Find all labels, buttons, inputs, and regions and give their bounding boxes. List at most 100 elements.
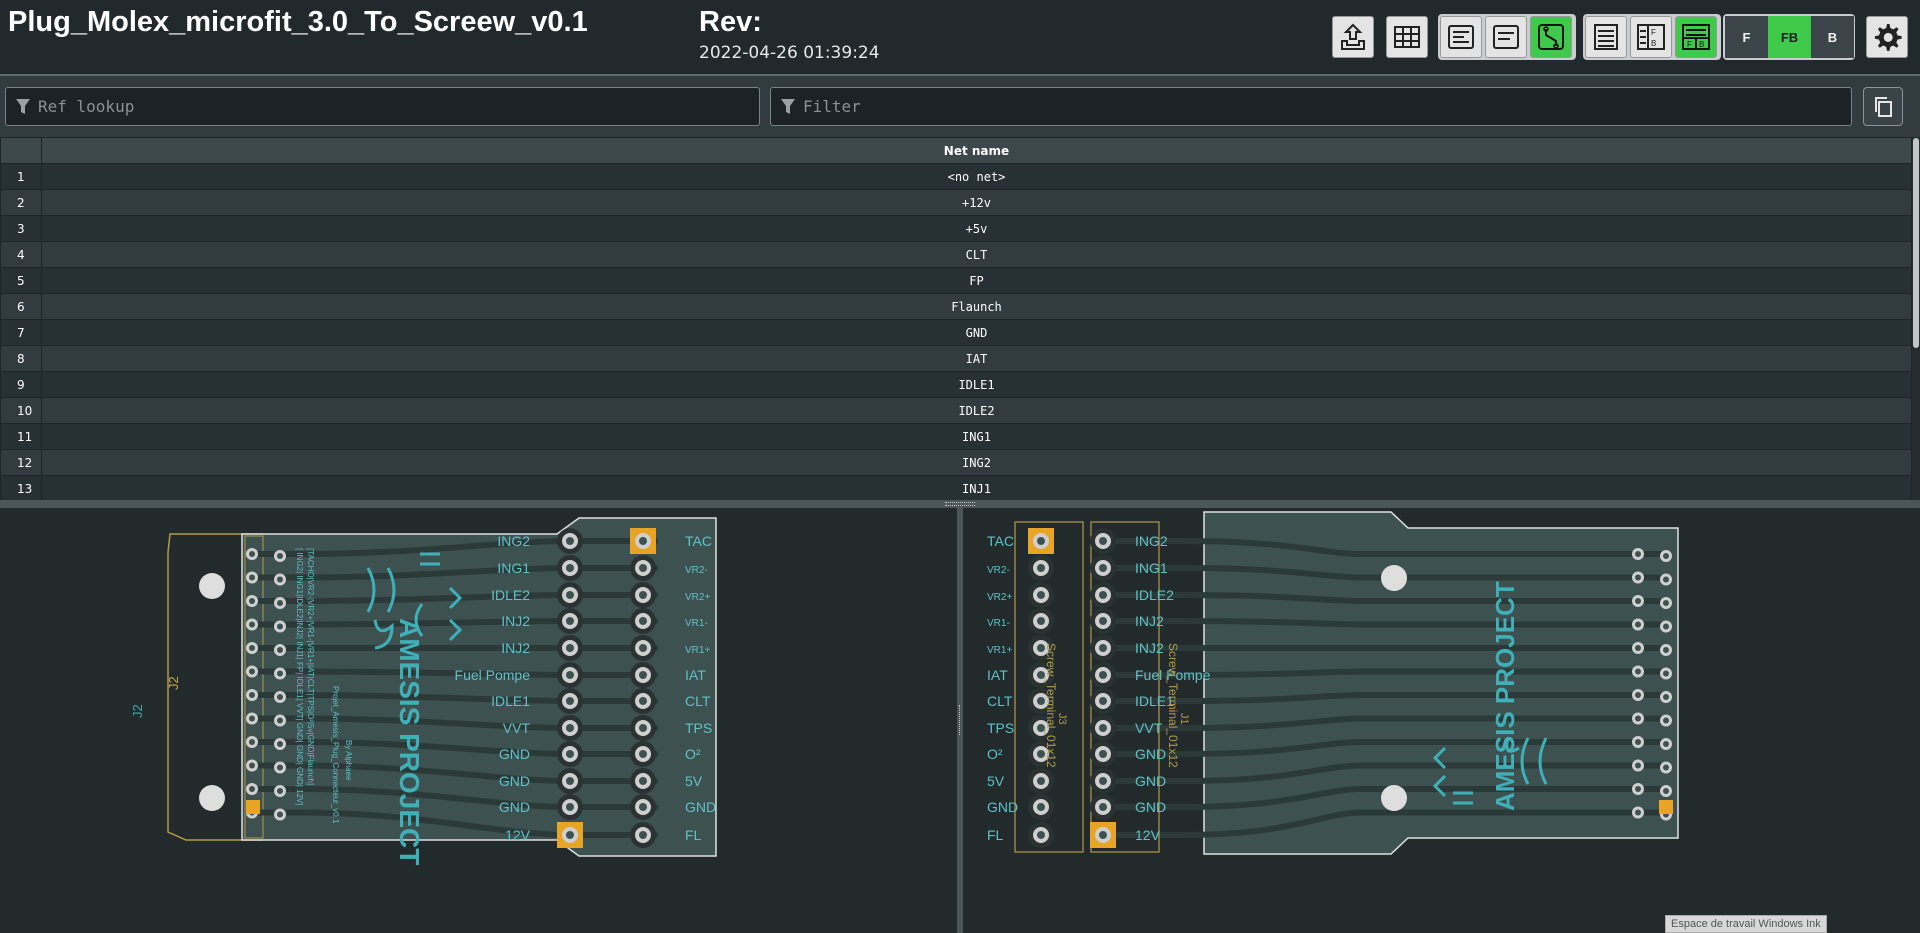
index-column-header[interactable] — [0, 137, 42, 164]
pad-hole — [1663, 741, 1669, 747]
tracks-toggle-button[interactable] — [1530, 16, 1572, 58]
row-index: 5 — [0, 267, 42, 294]
copper-trace — [1103, 618, 1663, 628]
ref-lookup-field[interactable] — [5, 87, 760, 126]
pin-label: FL — [685, 827, 702, 843]
row-index: 7 — [0, 319, 42, 346]
net-name-cell: FP — [41, 267, 1912, 294]
back-board-canvas[interactable]: TAC ING2 VR2- ING1 VR2+ IDLE2 VR1- INJ2 VR1+ INJ2… — [963, 508, 1920, 933]
net-name-cell: <no net> — [41, 163, 1912, 190]
pad-hole — [639, 644, 647, 652]
pad-hole — [1635, 551, 1641, 557]
pad-hole — [277, 576, 283, 583]
table-row[interactable]: 11 ING1 — [0, 423, 1912, 450]
ref-designator: J2 — [166, 676, 181, 690]
settings-button[interactable] — [1866, 16, 1908, 58]
filter-field[interactable] — [770, 87, 1852, 126]
logo-text: AMESIS PROJECT — [1490, 581, 1520, 811]
row-index: 1 — [0, 163, 42, 190]
pad-hole — [1635, 786, 1641, 792]
table-row[interactable]: 10 IDLE2 — [0, 397, 1912, 424]
pad-hole — [277, 647, 283, 653]
pin-label: TPS — [987, 720, 1014, 736]
pad-hole — [249, 645, 255, 651]
pin-label: GND — [499, 773, 530, 789]
bom-only-button[interactable] — [1585, 16, 1627, 58]
pad-hole — [1663, 623, 1669, 630]
table-row[interactable]: 13 INJ1 — [0, 475, 1912, 500]
table-row[interactable]: 9 IDLE1 — [0, 371, 1912, 398]
layer-front-back-button[interactable]: FB — [1768, 16, 1811, 58]
bom-only-icon — [1594, 24, 1618, 50]
pad-hole — [1663, 600, 1669, 606]
pad-hole — [249, 668, 255, 675]
ref-lookup-input[interactable] — [38, 97, 707, 116]
load-settings-button[interactable] — [1332, 16, 1374, 58]
table-scrollbar-thumb[interactable] — [1913, 138, 1919, 348]
bom-left-right-button[interactable]: F B — [1630, 16, 1672, 58]
pad-hole — [1099, 564, 1107, 572]
filter-input[interactable] — [803, 97, 1766, 116]
front-board-canvas[interactable]: J2 J2 ING2 TAC ING1 VR2- IDLE2 VR2+ INJ2 VR1- IN… — [0, 508, 957, 933]
pin-label: IAT — [685, 667, 706, 683]
pad-hole — [639, 724, 647, 732]
pin-label: GND — [1135, 799, 1166, 815]
table-row[interactable]: 3 +5v — [0, 215, 1912, 242]
pin-label: 12V — [1135, 827, 1161, 843]
pad-hole — [1099, 591, 1107, 599]
pad-hole — [277, 600, 283, 606]
silkscreen-toggle-button[interactable] — [1440, 16, 1482, 58]
pad-hole — [639, 803, 647, 811]
pad-hole — [639, 831, 647, 839]
pad-hole — [1037, 697, 1045, 705]
splitter-grip[interactable] — [945, 502, 975, 506]
copy-button[interactable] — [1863, 87, 1903, 126]
pad-hole — [1099, 777, 1107, 785]
pin-label: INJ2 — [1135, 640, 1164, 656]
pin-label: GND — [685, 799, 716, 815]
row-index: 3 — [0, 215, 42, 242]
pad-hole — [277, 623, 283, 630]
layer-front-button[interactable]: F — [1725, 16, 1768, 58]
layer-back-button[interactable]: B — [1811, 16, 1854, 58]
pad-hole — [1099, 724, 1107, 732]
pad-hole — [1635, 598, 1641, 604]
grid-toggle-button[interactable] — [1386, 16, 1428, 58]
pad-hole — [639, 537, 647, 545]
square-pad[interactable] — [246, 800, 260, 814]
pad-hole — [1037, 831, 1045, 839]
pin-label: GND — [499, 799, 530, 815]
pad-hole — [1099, 697, 1107, 705]
table-row[interactable]: 12 ING2 — [0, 449, 1912, 476]
net-name-column-header[interactable]: Net name — [41, 137, 1912, 164]
copy-icon — [1875, 96, 1892, 117]
pad-hole — [566, 803, 574, 811]
table-row[interactable]: 5 FP — [0, 267, 1912, 294]
pad-hole — [566, 644, 574, 652]
pin-label: O² — [987, 746, 1003, 762]
bom-top-bottom-button[interactable]: F B — [1675, 16, 1717, 58]
splitter-grip[interactable] — [959, 705, 961, 735]
pin-label: INJ2 — [501, 640, 530, 656]
pad-hole — [1037, 564, 1045, 572]
pin-label: VR2- — [685, 565, 708, 576]
page-title: Plug_Molex_microfit_3.0_To_Screew_v0.1 — [8, 6, 588, 38]
square-pad[interactable] — [1659, 800, 1673, 814]
pad-hole — [1037, 750, 1045, 758]
net-name-cell: IAT — [41, 345, 1912, 372]
svg-text:F: F — [1651, 28, 1656, 37]
mounting-hole — [1381, 785, 1407, 811]
table-row[interactable]: 8 IAT — [0, 345, 1912, 372]
pad-hole — [1037, 671, 1045, 679]
fabrication-toggle-button[interactable] — [1485, 16, 1527, 58]
table-row[interactable]: 7 GND — [0, 319, 1912, 346]
gear-icon — [1874, 24, 1902, 51]
pad-hole — [277, 553, 283, 559]
table-row[interactable]: 4 CLT — [0, 241, 1912, 268]
pad-hole — [639, 671, 647, 679]
pad-hole — [1635, 739, 1641, 745]
pin-label: CLT — [987, 693, 1013, 709]
table-row[interactable]: 1 <no net> — [0, 163, 1912, 190]
table-row[interactable]: 6 Flaunch — [0, 293, 1912, 320]
table-row[interactable]: 2 +12v — [0, 189, 1912, 216]
